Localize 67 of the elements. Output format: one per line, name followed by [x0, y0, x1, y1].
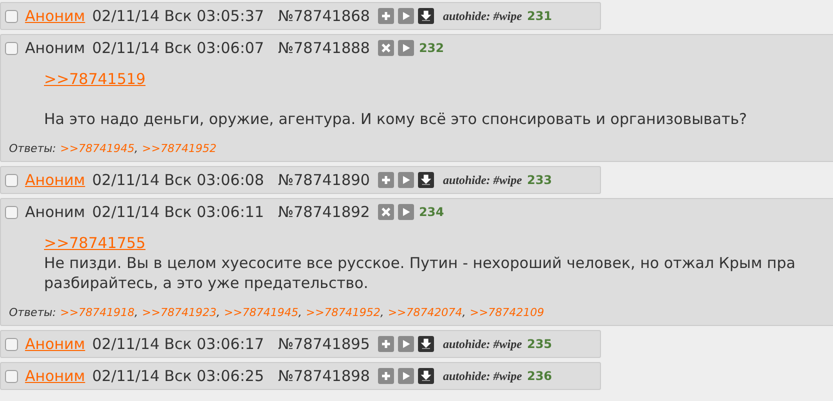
post-count: 231: [526, 8, 552, 25]
autohide-label: autohide: #wipe: [442, 336, 522, 353]
post-number[interactable]: №78741868: [278, 4, 370, 28]
reply-link[interactable]: >>78741519: [44, 69, 146, 89]
post-date: 02/11/14 Вск 03:06:25: [92, 366, 264, 387]
reply-link[interactable]: >>78742109: [470, 305, 544, 321]
comma: ,: [298, 305, 302, 321]
author-link[interactable]: Аноним: [25, 4, 86, 28]
comma: ,: [462, 305, 466, 321]
author-name: Аноним: [25, 202, 86, 223]
play-icon[interactable]: [398, 204, 414, 220]
comma: ,: [134, 141, 138, 157]
autohide-label: autohide: #wipe: [442, 8, 522, 25]
post-number[interactable]: №78741892: [278, 200, 370, 224]
post-date: 02/11/14 Вск 03:06:11: [92, 202, 264, 223]
post-count: 232: [418, 40, 444, 57]
author-link[interactable]: Аноним: [25, 168, 86, 192]
post-checkbox[interactable]: [5, 206, 18, 218]
post-number[interactable]: №78741895: [278, 332, 370, 356]
close-icon[interactable]: [378, 204, 394, 220]
author-link[interactable]: Аноним: [25, 364, 86, 388]
post-date: 02/11/14 Вск 03:05:37: [92, 6, 264, 27]
download-icon[interactable]: [418, 336, 434, 352]
reply-link[interactable]: >>78741952: [142, 141, 216, 157]
comma: ,: [380, 305, 384, 321]
post-number[interactable]: №78741890: [278, 168, 370, 192]
plus-icon[interactable]: [378, 368, 394, 384]
replies-label: Ответы:: [9, 141, 56, 157]
play-icon[interactable]: [398, 40, 414, 56]
autohide-label: autohide: #wipe: [442, 172, 522, 189]
comma: ,: [216, 305, 220, 321]
post-date: 02/11/14 Вск 03:06:08: [92, 170, 264, 191]
download-icon[interactable]: [418, 172, 434, 188]
reply-link[interactable]: >>78741918: [60, 305, 135, 321]
plus-icon[interactable]: [378, 336, 394, 352]
reply-link[interactable]: >>78741945: [60, 141, 135, 157]
post-checkbox[interactable]: [5, 370, 18, 382]
download-icon[interactable]: [418, 8, 434, 24]
reply-link[interactable]: >>78741945: [224, 305, 298, 321]
post-count: 235: [526, 336, 552, 353]
reply-link[interactable]: >>78741923: [142, 305, 216, 321]
post-checkbox[interactable]: [5, 42, 18, 54]
post-checkbox[interactable]: [5, 338, 18, 350]
post-count: 236: [526, 368, 552, 385]
post-date: 02/11/14 Вск 03:06:17: [92, 334, 264, 355]
post-count: 233: [526, 172, 552, 189]
plus-icon[interactable]: [378, 8, 394, 24]
close-icon[interactable]: [378, 40, 394, 56]
post-number[interactable]: №78741888: [278, 36, 370, 60]
author-link[interactable]: Аноним: [25, 332, 86, 356]
post-text: На это надо деньги, оружие, агентура. И кому всё это спонсировать и организовывать?: [44, 109, 748, 129]
post-checkbox[interactable]: [5, 10, 18, 22]
post-text: Не пизди. Вы в целом хуесосите все русское. Путин - нехороший человек, но отжал Крым пра: [44, 253, 796, 273]
author-name: Аноним: [25, 38, 86, 59]
comma: ,: [134, 305, 138, 321]
download-icon[interactable]: [418, 368, 434, 384]
reply-link[interactable]: >>78741952: [306, 305, 380, 321]
post-count: 234: [418, 204, 444, 221]
post-text: разбирайтесь, а это уже предательство.: [44, 273, 368, 293]
post-number[interactable]: №78741898: [278, 364, 370, 388]
replies-label: Ответы:: [9, 305, 56, 321]
post-date: 02/11/14 Вск 03:06:07: [92, 38, 264, 59]
plus-icon[interactable]: [378, 172, 394, 188]
post-checkbox[interactable]: [5, 174, 18, 186]
reply-link[interactable]: >>78741755: [44, 233, 146, 253]
autohide-label: autohide: #wipe: [442, 368, 522, 385]
reply-link[interactable]: >>78742074: [388, 305, 462, 321]
